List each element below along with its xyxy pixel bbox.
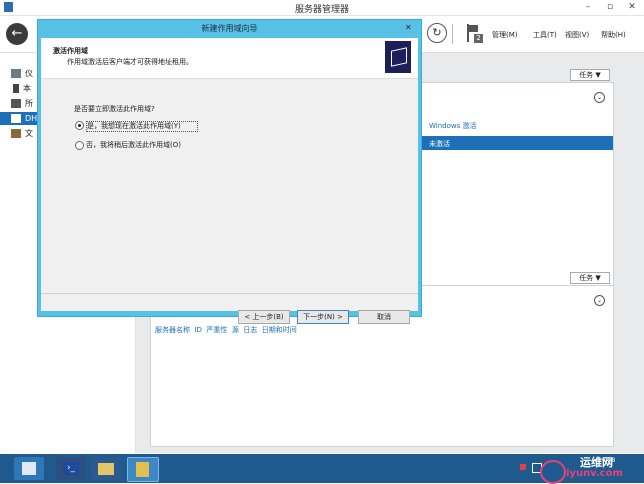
collapse-icon[interactable]: ⌄ [594,92,605,103]
wizard-header: 激活作用域 作用域激活后客户端才可获得地址租用。 [41,38,418,79]
column-source[interactable]: 源 [232,326,239,334]
radio-selected-dot [78,124,81,127]
option-label: 否，我将稍后激活此作用域(O) [86,141,181,149]
wizard-logo-icon [385,41,411,73]
collapse-icon[interactable]: ⌄ [594,295,605,306]
dialog-close-button[interactable]: ✕ [405,23,412,32]
watermark-url: iyunv.com [566,468,623,479]
sidebar-item-label: 仪 [25,69,33,78]
new-scope-wizard-dialog: 新建作用域向导 ✕ 激活作用域 作用域激活后客户端才可获得地址租用。 是否要立即… [37,19,422,324]
notifications-flag-icon[interactable]: 2 [465,24,483,44]
menu-help[interactable]: 帮助(H) [601,30,626,40]
option-label: 是，我想现在激活此作用域(Y) [86,121,198,132]
toolbar-divider [452,24,453,44]
watermark-logo-icon [540,460,566,484]
file-explorer-taskbar-icon[interactable] [91,457,121,480]
column-log[interactable]: 日志 [243,326,257,334]
tasks-dropdown[interactable]: 任务 ▼ [570,69,610,81]
sidebar-item-label: 文 [25,129,33,138]
dialog-title: 新建作用域向导 [201,24,258,33]
activation-question: 是否要立即激活此作用域? [74,105,155,113]
dhcp-console-taskbar-icon[interactable] [127,457,159,482]
radio-button[interactable] [75,141,84,150]
back-step-button[interactable]: < 上一步(B) [238,310,290,324]
dialog-body: 激活作用域 作用域激活后客户端才可获得地址租用。 是否要立即激活此作用域? 是，… [41,38,418,324]
events-column-headers: 服务器名称 ID 严重性 源 日志 日期和时间 [155,325,297,335]
column-date-time[interactable]: 日期和时间 [262,326,297,334]
sidebar-item-label: 所 [25,99,33,108]
column-id[interactable]: ID [194,326,201,334]
cancel-button[interactable]: 取消 [358,310,410,324]
servers-icon [11,99,21,108]
next-step-button[interactable]: 下一步(N) > [297,310,349,324]
column-windows-activation[interactable]: Windows 激活 [429,121,476,131]
dialog-footer-divider [41,293,418,294]
dhcp-icon [11,114,21,123]
dashboard-icon [11,69,21,78]
column-server-name[interactable]: 服务器名称 [155,326,190,334]
menu-view[interactable]: 视图(V) [565,30,589,40]
tray-alert-icon[interactable] [520,464,526,470]
notification-count-badge: 2 [474,34,483,43]
menu-tools[interactable]: 工具(T) [533,30,557,40]
close-button[interactable]: ✕ [621,0,643,15]
window-titlebar: 服务器管理器 – ▫ ✕ [0,0,644,16]
taskbar: ›_ 16:58 运维网 iyunv.com [0,454,644,484]
powershell-taskbar-icon[interactable]: ›_ [56,457,86,480]
radio-button[interactable] [75,121,84,130]
sidebar-item-label: DH [25,114,38,123]
wizard-header-description: 作用域激活后客户端才可获得地址租用。 [67,58,193,66]
column-severity[interactable]: 严重性 [206,326,227,334]
menu-manage[interactable]: 管理(M) [492,30,518,40]
server-icon [13,84,19,93]
minimize-button[interactable]: – [577,0,599,15]
sidebar-item-label: 本 [23,84,31,93]
back-button[interactable]: ← [6,23,28,45]
tasks-dropdown-events[interactable]: 任务 ▼ [570,272,610,284]
server-manager-taskbar-icon[interactable] [14,457,44,480]
selected-server-row[interactable]: 未激活 [421,136,613,150]
window-title: 服务器管理器 [294,5,349,15]
refresh-icon[interactable]: ↻ [427,23,447,43]
maximize-button[interactable]: ▫ [599,0,621,15]
wizard-header-title: 激活作用域 [53,47,88,55]
file-icon [11,129,21,138]
activation-status: 未激活 [429,140,450,148]
